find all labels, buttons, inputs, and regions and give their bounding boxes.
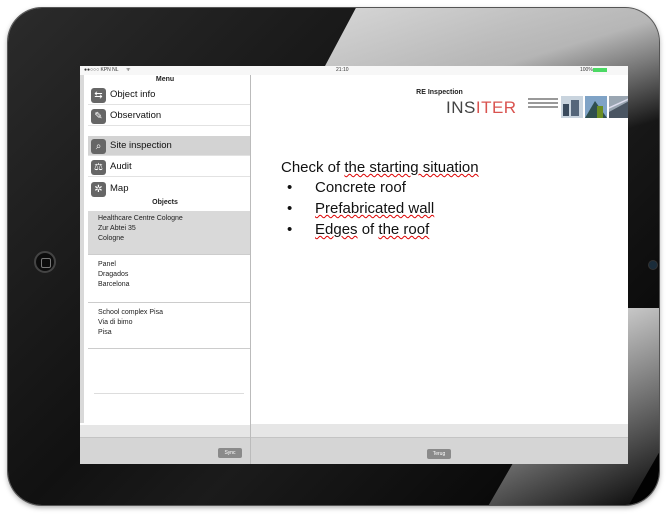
sync-button[interactable]: Sync xyxy=(218,448,242,458)
menu-item-map[interactable]: ✲ Map xyxy=(88,179,250,199)
detail-toolbar-strip xyxy=(251,424,628,438)
audit-icon: ⚖ xyxy=(91,160,106,175)
object-address: Via di bimo xyxy=(98,319,133,326)
status-bar: ●●○○○ KPN NL ᯤ 21:10 100% xyxy=(80,66,628,75)
building-photo-icon xyxy=(585,96,607,118)
object-name: School complex Pisa xyxy=(98,309,163,316)
battery-label: 100% xyxy=(580,67,607,73)
app-screen: ●●○○○ KPN NL ᯤ 21:10 100% Menu ⇆ Object … xyxy=(80,66,628,464)
magnifier-icon: ⌕ xyxy=(91,139,106,154)
object-info-icon: ⇆ xyxy=(91,88,106,103)
list-item-object[interactable]: Healthcare Centre Cologne Zur Abtei 35 C… xyxy=(88,211,250,255)
object-address: Zur Abtei 35 xyxy=(98,225,136,232)
object-address: Dragados xyxy=(98,271,129,278)
clock: 21:10 xyxy=(336,67,349,73)
menu-title: Menu xyxy=(155,76,175,83)
checklist-item: Concrete roof xyxy=(281,179,479,200)
objects-title: Objects xyxy=(152,199,178,206)
object-city: Barcelona xyxy=(98,281,130,288)
menu-item-label: Observation xyxy=(110,110,162,121)
menu-item-observation[interactable]: ✎ Observation xyxy=(88,106,250,126)
inspection-content: Check of the starting situation Concrete… xyxy=(281,159,479,242)
checklist-item: Edges of the roof xyxy=(281,221,479,242)
menu-item-label: Site inspection xyxy=(110,140,172,151)
object-name: Panel xyxy=(98,261,116,268)
carrier-label: ●●○○○ KPN NL xyxy=(84,67,119,73)
object-name: Healthcare Centre Cologne xyxy=(98,215,183,222)
pencil-icon: ✎ xyxy=(91,109,106,124)
menu-item-site-inspection[interactable]: ⌕ Site inspection xyxy=(88,136,250,156)
insiter-logo: INSITER xyxy=(446,98,517,117)
list-item-object[interactable]: School complex Pisa Via di bimo Pisa xyxy=(88,305,250,349)
sidebar: Menu ⇆ Object info ✎ Observation ⌕ Site … xyxy=(80,75,251,464)
sidebar-edge xyxy=(80,75,84,423)
object-city: Pisa xyxy=(98,329,112,336)
home-button[interactable] xyxy=(34,251,56,273)
menu-item-label: Audit xyxy=(110,161,132,172)
menu-item-object-info[interactable]: ⇆ Object info xyxy=(88,85,250,105)
menu-item-label: Object info xyxy=(110,89,156,100)
back-button[interactable]: Terug xyxy=(427,449,451,459)
object-city: Cologne xyxy=(98,235,125,242)
list-item-object[interactable]: Panel Dragados Barcelona xyxy=(88,257,250,303)
sidebar-toolbar-strip xyxy=(80,425,250,438)
map-icon: ✲ xyxy=(91,182,106,197)
detail-pane: RE Inspection INSITER Check of the start… xyxy=(251,75,628,464)
checklist-item: Prefabricated wall xyxy=(281,200,479,221)
ipad-frame: ●●○○○ KPN NL ᯤ 21:10 100% Menu ⇆ Object … xyxy=(8,8,659,505)
building-photo-icon xyxy=(561,96,583,118)
building-photo-icon xyxy=(609,96,628,118)
camera-icon xyxy=(649,261,657,269)
page-title: RE Inspection xyxy=(416,89,463,96)
battery-icon xyxy=(592,68,607,72)
wifi-icon: ᯤ xyxy=(126,67,131,73)
menu-item-audit[interactable]: ⚖ Audit xyxy=(88,157,250,177)
inspection-heading: Check of the starting situation xyxy=(281,159,479,176)
list-divider xyxy=(94,393,244,394)
logo-tagline xyxy=(528,98,558,110)
menu-item-label: Map xyxy=(110,183,129,194)
